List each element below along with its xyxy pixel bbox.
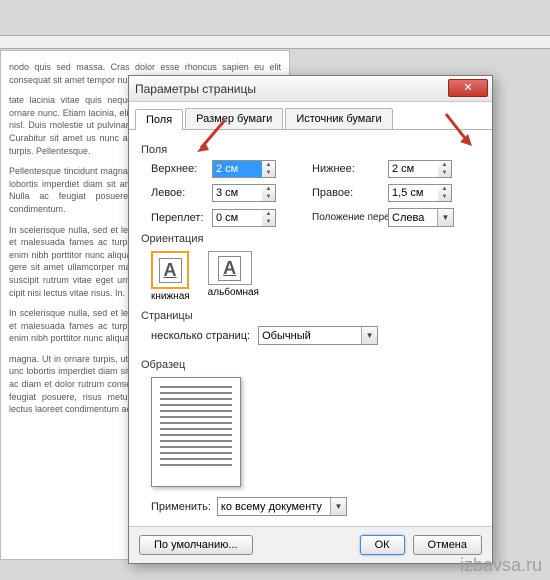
- ok-button[interactable]: ОК: [360, 535, 405, 555]
- cancel-button[interactable]: Отмена: [413, 535, 482, 555]
- spinner-icon[interactable]: ▲▼: [438, 160, 452, 178]
- margins-grid: Верхнее: ▲▼ Нижнее: ▲▼ Левое: ▲▼ Правое:…: [151, 160, 480, 227]
- gutter-pos-label: Положение переплета:: [312, 212, 382, 223]
- apply-label: Применить:: [151, 501, 211, 513]
- top-margin-label: Верхнее:: [151, 163, 206, 175]
- orientation-portrait[interactable]: A книжная: [151, 251, 190, 302]
- group-fields-label: Поля: [141, 144, 480, 156]
- left-margin-input[interactable]: [212, 184, 264, 202]
- top-margin-input[interactable]: [212, 160, 264, 178]
- apply-to-select[interactable]: ко всему документу ▼: [217, 497, 347, 516]
- ruler-horizontal: [0, 35, 550, 49]
- dialog-content: Поля Верхнее: ▲▼ Нижнее: ▲▼ Левое: ▲▼ Пр…: [129, 130, 492, 526]
- multi-pages-label: несколько страниц:: [151, 330, 250, 342]
- gutter-pos-select[interactable]: Слева ▼: [388, 208, 454, 227]
- bottom-margin-input[interactable]: [388, 160, 440, 178]
- multi-pages-value: Обычный: [262, 330, 311, 342]
- spinner-icon[interactable]: ▲▼: [262, 209, 276, 227]
- close-icon: ✕: [463, 82, 472, 94]
- watermark: izbavsa.ru: [460, 555, 542, 576]
- chevron-down-icon: ▼: [361, 327, 377, 344]
- portrait-icon: A: [151, 251, 189, 289]
- page-setup-dialog: Параметры страницы ✕ Поля Размер бумаги …: [128, 75, 493, 564]
- orientation-options: A книжная A альбомная: [151, 251, 480, 302]
- group-pages-label: Страницы: [141, 310, 480, 322]
- right-margin-input[interactable]: [388, 184, 440, 202]
- spinner-icon[interactable]: ▲▼: [438, 184, 452, 202]
- right-margin-label: Правое:: [312, 187, 382, 199]
- preview-thumbnail: [151, 377, 241, 487]
- gutter-pos-value: Слева: [392, 212, 424, 224]
- chevron-down-icon: ▼: [330, 498, 346, 515]
- portrait-label: книжная: [151, 291, 190, 302]
- dialog-footer: По умолчанию... ОК Отмена: [129, 526, 492, 563]
- tab-paper-source[interactable]: Источник бумаги: [285, 108, 392, 129]
- orientation-landscape[interactable]: A альбомная: [208, 251, 259, 302]
- spinner-icon[interactable]: ▲▼: [262, 184, 276, 202]
- landscape-label: альбомная: [208, 287, 259, 298]
- gutter-input[interactable]: [212, 209, 264, 227]
- tab-margins[interactable]: Поля: [135, 109, 183, 130]
- gutter-label: Переплет:: [151, 212, 206, 224]
- chevron-down-icon: ▼: [437, 209, 453, 226]
- spinner-icon[interactable]: ▲▼: [262, 160, 276, 178]
- dialog-title: Параметры страницы: [135, 82, 256, 96]
- bottom-margin-label: Нижнее:: [312, 163, 382, 175]
- default-button[interactable]: По умолчанию...: [139, 535, 253, 555]
- close-button[interactable]: ✕: [448, 79, 488, 97]
- multi-pages-select[interactable]: Обычный ▼: [258, 326, 378, 345]
- left-margin-label: Левое:: [151, 187, 206, 199]
- group-preview-label: Образец: [141, 359, 480, 371]
- group-orientation-label: Ориентация: [141, 233, 480, 245]
- dialog-titlebar[interactable]: Параметры страницы ✕: [129, 76, 492, 102]
- tab-bar: Поля Размер бумаги Источник бумаги: [129, 102, 492, 130]
- landscape-icon: A: [208, 251, 252, 285]
- apply-to-value: ко всему документу: [221, 501, 322, 513]
